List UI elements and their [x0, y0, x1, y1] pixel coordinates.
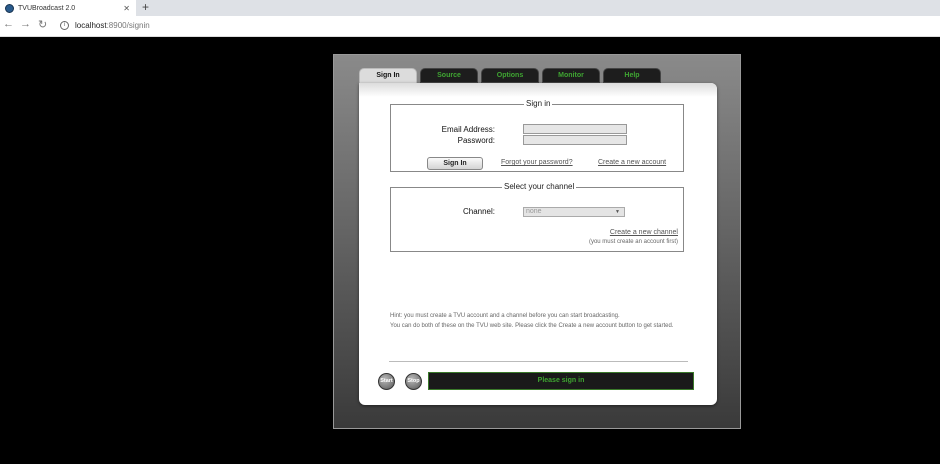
url-path: :8900/signin [106, 21, 150, 30]
browser-tabbar: TVUBroadcast 2.0 ✕ + [0, 0, 940, 16]
start-button[interactable]: Start [378, 373, 395, 390]
hint-text: Hint: you must create a TVU account and … [390, 312, 690, 331]
app-frame: Sign In Source Options Monitor Help Sign… [333, 54, 741, 429]
info-icon[interactable]: i [60, 21, 69, 30]
password-field[interactable] [523, 135, 627, 145]
url-host: localhost [75, 21, 107, 30]
browser-navbar: ← → ↻ i localhost:8900/signin [0, 16, 940, 37]
status-bar: Please sign in [428, 372, 694, 390]
chevron-down-icon: ▼ [615, 209, 620, 215]
browser-tab[interactable]: TVUBroadcast 2.0 ✕ [0, 0, 136, 16]
password-label: Password: [457, 136, 495, 145]
email-label: Email Address: [441, 125, 495, 134]
divider [389, 361, 688, 362]
tab-options[interactable]: Options [481, 68, 539, 83]
create-account-link[interactable]: Create a new account [598, 159, 666, 166]
tab-sign-in[interactable]: Sign In [359, 68, 417, 84]
browser-tab-title: TVUBroadcast 2.0 [18, 4, 76, 12]
new-tab-button[interactable]: + [142, 0, 149, 16]
hint-line-2: You can do both of these on the TVU web … [390, 322, 674, 329]
create-channel-link[interactable]: Create a new channel [610, 229, 678, 236]
stop-button[interactable]: Stop [405, 373, 422, 390]
tab-help[interactable]: Help [603, 68, 661, 83]
email-field[interactable] [523, 124, 627, 134]
app-tabs: Sign In Source Options Monitor Help [359, 68, 664, 84]
channel-select-value: none [526, 208, 542, 215]
channel-legend: Select your channel [502, 182, 577, 191]
channel-note: (you must create an account first) [588, 239, 678, 245]
signin-group: Sign in Email Address: Password: Sign In… [390, 99, 684, 172]
sign-in-button[interactable]: Sign In [427, 157, 483, 170]
channel-label: Channel: [462, 207, 495, 216]
hint-line-1: Hint: you must create a TVU account and … [390, 313, 620, 319]
tab-source[interactable]: Source [420, 68, 478, 83]
content-panel: Sign in Email Address: Password: Sign In… [359, 83, 717, 405]
signin-legend: Sign in [524, 99, 553, 108]
reload-icon[interactable]: ↻ [38, 18, 47, 31]
forward-arrow-icon[interactable]: → [20, 18, 31, 30]
tab-monitor[interactable]: Monitor [542, 68, 600, 83]
close-icon[interactable]: ✕ [123, 4, 130, 13]
address-bar[interactable]: localhost:8900/signin [75, 21, 150, 30]
globe-icon [5, 3, 14, 13]
back-arrow-icon[interactable]: ← [3, 18, 14, 30]
channel-select[interactable]: none ▼ [523, 207, 625, 217]
channel-group: Select your channel Channel: none ▼ Crea… [390, 182, 684, 252]
forgot-password-link[interactable]: Forgot your password? [501, 159, 573, 166]
